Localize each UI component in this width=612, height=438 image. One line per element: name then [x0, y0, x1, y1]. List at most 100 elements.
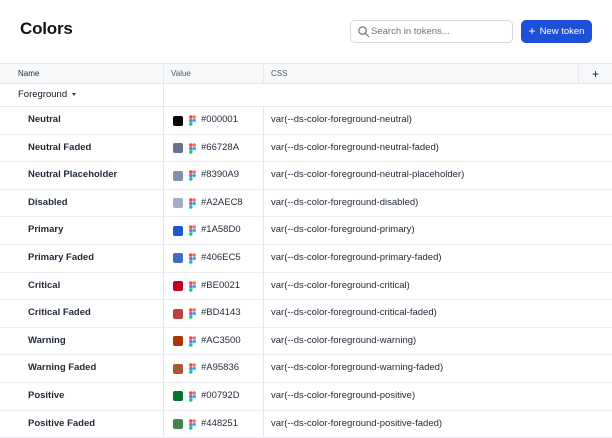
- token-hex-value[interactable]: #66728A: [201, 135, 239, 162]
- column-header-name[interactable]: Name: [18, 64, 39, 83]
- token-hex-value[interactable]: #406EC5: [201, 245, 241, 272]
- column-divider: [163, 382, 164, 410]
- group-toggle[interactable]: Foreground: [18, 84, 77, 106]
- table-row[interactable]: Warning #AC3500 var(--ds-color-foreground-…: [0, 327, 612, 356]
- column-divider: [163, 64, 164, 83]
- table-row[interactable]: Primary Faded #406EC5 var(--ds-color-foreg…: [0, 244, 612, 273]
- token-hex-value[interactable]: #BE0021: [201, 273, 240, 300]
- column-divider: [263, 300, 264, 327]
- column-divider: [163, 217, 164, 244]
- color-swatch: [173, 391, 183, 402]
- token-css-variable[interactable]: var(--ds-color-foreground-neutral): [271, 107, 412, 134]
- token-css-variable[interactable]: var(--ds-color-foreground-critical): [271, 273, 410, 300]
- figma-icon: [189, 225, 196, 237]
- token-css-variable[interactable]: var(--ds-color-foreground-positive-faded…: [271, 411, 442, 438]
- search-icon: [358, 26, 370, 38]
- token-name: Neutral Faded: [28, 141, 92, 153]
- token-hex-value[interactable]: #8390A9: [201, 162, 239, 189]
- tokens-table: Name Value CSS + Foreground Neutral #0000…: [0, 63, 612, 438]
- figma-icon: [189, 142, 196, 154]
- figma-icon: [189, 418, 196, 430]
- column-header-css[interactable]: CSS: [271, 64, 287, 83]
- token-hex-value[interactable]: #BD4143: [201, 300, 241, 327]
- table-body: Neutral #000001 var(--ds-color-foreground-…: [0, 107, 612, 438]
- group-row-foreground[interactable]: Foreground: [0, 84, 612, 107]
- token-hex-value[interactable]: #448251: [201, 411, 238, 438]
- token-name: Critical: [28, 279, 61, 291]
- token-css-variable[interactable]: var(--ds-color-foreground-disabled): [271, 190, 418, 217]
- column-divider: [263, 327, 264, 355]
- search-input[interactable]: [371, 21, 509, 42]
- column-divider: [263, 410, 264, 438]
- figma-icon: [189, 115, 196, 126]
- token-css-variable[interactable]: var(--ds-color-foreground-positive): [271, 383, 415, 410]
- column-divider: [263, 382, 264, 410]
- color-swatch: [173, 198, 183, 209]
- column-divider: [163, 272, 164, 300]
- table-row[interactable]: Positive #00792D var(--ds-color-foreground…: [0, 382, 612, 411]
- token-css-variable[interactable]: var(--ds-color-foreground-primary): [271, 217, 415, 244]
- caret-down-icon: [72, 92, 77, 96]
- page-title: Colors: [20, 19, 73, 38]
- figma-icon: [189, 253, 196, 264]
- token-css-variable[interactable]: var(--ds-color-foreground-critical-faded…: [271, 300, 437, 327]
- figma-icon: [189, 391, 196, 402]
- column-divider: [163, 134, 164, 162]
- token-css-variable[interactable]: var(--ds-color-foreground-neutral-placeh…: [271, 162, 464, 189]
- new-token-button[interactable]: + New token: [521, 20, 592, 43]
- table-row[interactable]: Positive Faded #448251 var(--ds-color-fore…: [0, 410, 612, 438]
- page-header: Colors + New token: [0, 0, 612, 63]
- table-row[interactable]: Neutral Faded #66728A var(--ds-color-foreg…: [0, 134, 612, 163]
- plus-icon: +: [591, 66, 599, 81]
- column-divider: [163, 84, 164, 106]
- token-name: Critical Faded: [28, 307, 91, 319]
- token-name: Primary Faded: [28, 251, 94, 263]
- token-name: Warning Faded: [28, 362, 97, 374]
- color-swatch: [173, 170, 183, 181]
- column-divider: [263, 272, 264, 300]
- color-swatch: [173, 225, 183, 236]
- table-row[interactable]: Primary #1A58D0 var(--ds-color-foreground-…: [0, 217, 612, 245]
- column-divider: [163, 162, 164, 189]
- figma-icon: [189, 170, 196, 181]
- token-css-variable[interactable]: var(--ds-color-foreground-warning): [271, 328, 416, 355]
- column-header-value[interactable]: Value: [171, 64, 191, 83]
- color-swatch: [173, 308, 183, 319]
- token-css-variable[interactable]: var(--ds-color-foreground-warning-faded): [271, 355, 443, 382]
- table-row[interactable]: Critical Faded #BD4143 var(--ds-color-fore…: [0, 300, 612, 328]
- column-divider: [163, 300, 164, 327]
- color-swatch: [173, 336, 183, 347]
- token-hex-value[interactable]: #1A58D0: [201, 217, 241, 244]
- figma-icon: [189, 336, 196, 347]
- table-row[interactable]: Critical #BE0021 var(--ds-color-foreground…: [0, 272, 612, 301]
- table-row[interactable]: Warning Faded #A95836 var(--ds-color-foreg…: [0, 355, 612, 383]
- token-name: Positive: [28, 389, 65, 401]
- column-divider: [163, 107, 164, 134]
- search-box[interactable]: [350, 20, 513, 43]
- table-row[interactable]: Neutral Placeholder #8390A9 var(--ds-color…: [0, 162, 612, 190]
- column-divider: [163, 327, 164, 355]
- add-column-button[interactable]: +: [578, 64, 612, 83]
- color-swatch: [173, 143, 183, 154]
- token-css-variable[interactable]: var(--ds-color-foreground-neutral-faded): [271, 135, 439, 162]
- table-header: Name Value CSS +: [0, 63, 612, 84]
- token-hex-value[interactable]: #00792D: [201, 383, 240, 410]
- column-divider: [263, 107, 264, 134]
- new-token-label: New token: [539, 26, 585, 37]
- color-swatch: [173, 115, 183, 126]
- column-divider: [163, 189, 164, 217]
- token-hex-value[interactable]: #AC3500: [201, 328, 241, 355]
- table-row[interactable]: Disabled #A2AEC8 var(--ds-color-foreground…: [0, 189, 612, 218]
- column-divider: [263, 189, 264, 217]
- color-swatch: [173, 419, 183, 430]
- token-css-variable[interactable]: var(--ds-color-foreground-primary-faded): [271, 245, 442, 272]
- token-hex-value[interactable]: #A2AEC8: [201, 190, 243, 217]
- column-divider: [163, 355, 164, 382]
- color-swatch: [173, 253, 183, 264]
- token-hex-value[interactable]: #A95836: [201, 355, 239, 382]
- table-row[interactable]: Neutral #000001 var(--ds-color-foreground-…: [0, 107, 612, 135]
- figma-icon: [189, 198, 196, 209]
- color-swatch: [173, 281, 183, 292]
- token-hex-value[interactable]: #000001: [201, 107, 238, 134]
- column-divider: [163, 410, 164, 438]
